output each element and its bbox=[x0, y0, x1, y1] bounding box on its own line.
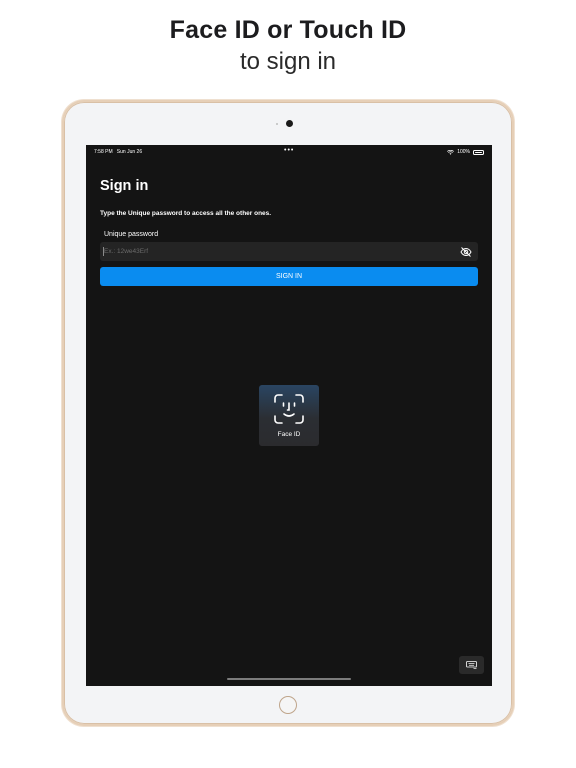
password-input[interactable] bbox=[103, 242, 454, 261]
status-right: 100% bbox=[447, 149, 484, 155]
battery-icon bbox=[473, 149, 484, 155]
multitasking-dots[interactable]: ••• bbox=[284, 147, 294, 154]
promo-subheadline: to sign in bbox=[239, 48, 337, 75]
face-id-label: Face ID bbox=[277, 431, 301, 438]
ipad-frame: 7:58 PM Sun Jun 26 ••• 100% Sign in Type… bbox=[62, 100, 514, 726]
app-screen: 7:58 PM Sun Jun 26 ••• 100% Sign in Type… bbox=[86, 145, 492, 686]
status-bar: 7:58 PM Sun Jun 26 ••• 100% bbox=[86, 147, 492, 158]
front-camera bbox=[286, 120, 293, 127]
visibility-off-icon[interactable] bbox=[460, 246, 472, 258]
password-field-label: Unique password bbox=[104, 231, 159, 238]
instruction-text: Type the Unique password to access all t… bbox=[100, 210, 272, 217]
status-date: Sun Jun 26 bbox=[116, 149, 143, 155]
home-button[interactable] bbox=[279, 696, 297, 714]
promo-headline: Face ID or Touch ID bbox=[169, 16, 407, 44]
status-time-text: 7:58 PM bbox=[94, 149, 113, 155]
home-indicator[interactable] bbox=[227, 678, 351, 680]
page-title: Sign in bbox=[100, 178, 149, 194]
face-id-prompt: Face ID bbox=[259, 385, 319, 446]
wifi-icon bbox=[447, 149, 455, 155]
keyboard-toggle-button[interactable] bbox=[459, 656, 484, 674]
battery-percent: 100% bbox=[457, 149, 470, 155]
light-sensor bbox=[276, 123, 278, 125]
face-id-icon bbox=[274, 394, 304, 424]
sign-in-button[interactable]: SIGN IN bbox=[100, 267, 478, 286]
keyboard-icon bbox=[466, 661, 477, 669]
status-time: 7:58 PM Sun Jun 26 bbox=[94, 149, 142, 155]
password-field[interactable] bbox=[100, 242, 478, 261]
